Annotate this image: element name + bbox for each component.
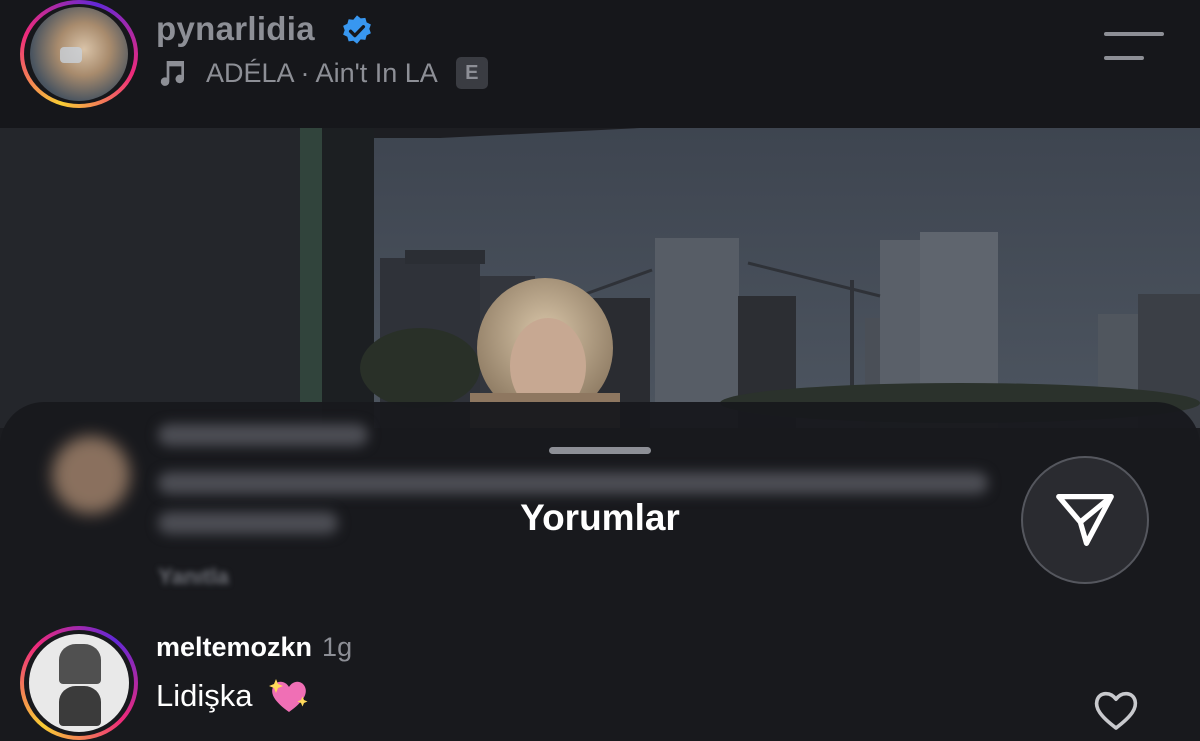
- comment-username[interactable]: meltemozkn: [156, 632, 312, 662]
- profile-photo: [30, 7, 128, 101]
- comment-body: Lidişka: [156, 676, 311, 716]
- commenter-photo: [29, 634, 129, 732]
- heart-outline-icon[interactable]: [1092, 688, 1140, 732]
- blurred-username: [158, 424, 368, 446]
- explicit-badge: E: [455, 57, 488, 89]
- comment-text: Lidişka: [156, 678, 253, 713]
- comments-sheet: Yanıtla Yorumlar meltemozkn 1g Lidişka: [0, 402, 1200, 741]
- username[interactable]: pynarlidia: [156, 10, 315, 48]
- post-header: pynarlidia ADÉLA · Ain't In LA E: [0, 0, 1200, 128]
- send-icon: [1056, 494, 1114, 546]
- blurred-reply-label: Yanıtla: [158, 564, 229, 589]
- menu-icon[interactable]: [1104, 32, 1164, 64]
- commenter-avatar[interactable]: [20, 626, 138, 740]
- sheet-title: Yorumlar: [520, 497, 680, 538]
- share-button[interactable]: [1021, 456, 1149, 584]
- menu-line-top: [1104, 32, 1164, 36]
- story-avatar[interactable]: [20, 0, 138, 108]
- post-photo[interactable]: [0, 128, 1200, 428]
- sparkling-heart-icon: [268, 679, 307, 712]
- music-note-icon: [160, 61, 184, 86]
- blurred-comment-line: [158, 472, 988, 494]
- photo-illustration: [0, 128, 1200, 428]
- song-title: ADÉLA · Ain't In LA: [206, 57, 438, 88]
- comment-time: 1g: [322, 632, 353, 662]
- verified-badge-icon: [343, 15, 371, 44]
- music-info[interactable]: ADÉLA · Ain't In LA E: [156, 55, 488, 91]
- comment-header: meltemozkn 1g: [156, 632, 352, 663]
- menu-line-bottom: [1104, 56, 1144, 60]
- sheet-grabber[interactable]: [549, 447, 651, 454]
